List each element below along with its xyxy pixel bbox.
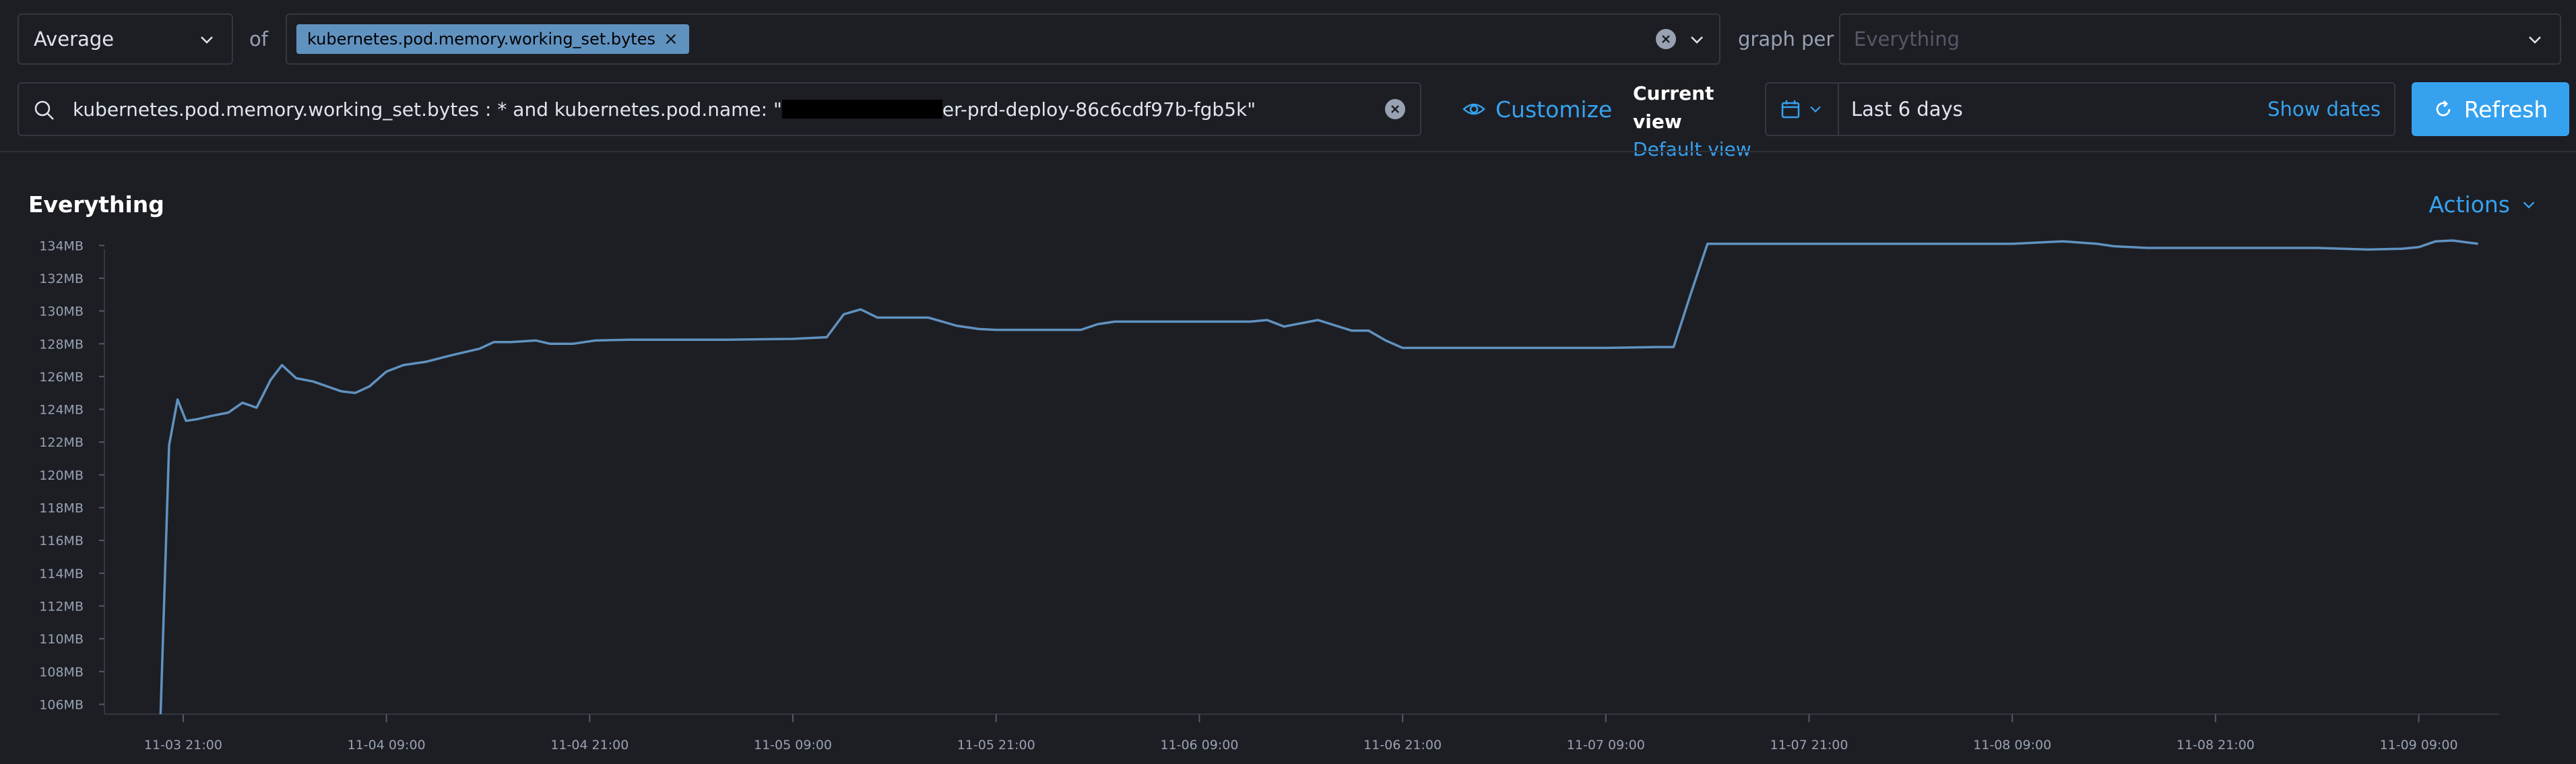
y-tick-label: 112MB bbox=[39, 599, 84, 614]
of-label: of bbox=[249, 28, 268, 51]
graph-per-placeholder: Everything bbox=[1854, 28, 1960, 51]
x-tick-label: 11-08 21:00 bbox=[2177, 738, 2255, 753]
x-tick-label: 11-07 21:00 bbox=[1770, 738, 1848, 753]
y-tick-label: 106MB bbox=[39, 697, 84, 712]
x-tick-label: 11-06 09:00 bbox=[1160, 738, 1238, 753]
refresh-label: Refresh bbox=[2464, 96, 2548, 123]
metric-combobox[interactable]: kubernetes.pod.memory.working_set.bytes … bbox=[286, 13, 1720, 65]
x-tick-label: 11-06 21:00 bbox=[1363, 738, 1442, 753]
aggregation-select[interactable]: Average bbox=[18, 13, 233, 65]
chevron-down-icon bbox=[201, 36, 213, 44]
quick-select-button[interactable] bbox=[1766, 84, 1839, 135]
customize-button[interactable]: Customize bbox=[1462, 82, 1612, 136]
y-tick-label: 116MB bbox=[39, 534, 84, 548]
actions-button[interactable]: Actions bbox=[2428, 191, 2538, 218]
x-tick-label: 11-08 09:00 bbox=[1973, 738, 2051, 753]
actions-label: Actions bbox=[2428, 191, 2510, 218]
series-line bbox=[159, 239, 2478, 715]
x-tick-label: 11-07 09:00 bbox=[1567, 738, 1645, 753]
calendar-icon bbox=[1781, 100, 1800, 119]
chevron-down-icon bbox=[2529, 36, 2541, 44]
graph-per-label: graph per bbox=[1738, 28, 1834, 51]
x-tick-label: 11-05 21:00 bbox=[957, 738, 1035, 753]
search-icon bbox=[34, 100, 54, 120]
search-query-suffix: er-prd-deploy-86c6cdf97b-fgb5k" bbox=[942, 98, 1256, 121]
remove-metric-icon[interactable]: × bbox=[664, 30, 678, 48]
redaction-block bbox=[781, 100, 942, 119]
aggregation-value: Average bbox=[34, 28, 115, 51]
y-tick-label: 122MB bbox=[39, 435, 84, 450]
y-tick-label: 134MB bbox=[39, 238, 84, 253]
memory-line-chart: 106MB 108MB 110MB 112MB 114MB 116MB 118MB 120MB… bbox=[39, 238, 2499, 753]
clear-metrics-icon[interactable] bbox=[1656, 29, 1676, 49]
divider bbox=[0, 151, 2576, 152]
y-tick-label: 110MB bbox=[39, 632, 84, 647]
date-picker: Last 6 days Show dates bbox=[1765, 82, 2395, 136]
y-tick-label: 108MB bbox=[39, 665, 84, 680]
x-tick-label: 11-04 09:00 bbox=[348, 738, 426, 753]
y-tick-label: 126MB bbox=[39, 370, 84, 385]
x-tick-label: 11-09 09:00 bbox=[2380, 738, 2458, 753]
y-tick-label: 118MB bbox=[39, 501, 84, 516]
show-dates-link[interactable]: Show dates bbox=[2267, 84, 2381, 135]
current-view-label: Current view bbox=[1633, 82, 1714, 133]
x-tick-label: 11-04 21:00 bbox=[550, 738, 629, 753]
y-tick-label: 124MB bbox=[39, 403, 84, 418]
x-tick-label: 11-05 09:00 bbox=[754, 738, 832, 753]
default-view-link[interactable]: Default view bbox=[1633, 136, 1768, 163]
y-tick-label: 132MB bbox=[39, 272, 84, 286]
eye-icon bbox=[1462, 103, 1485, 115]
chevron-down-icon[interactable] bbox=[1687, 30, 1707, 50]
search-query: kubernetes.pod.memory.working_set.bytes … bbox=[73, 84, 1256, 135]
metric-pill-label: kubernetes.pod.memory.working_set.bytes bbox=[307, 30, 655, 49]
clear-search-icon[interactable] bbox=[1385, 99, 1405, 119]
customize-label: Customize bbox=[1495, 96, 1613, 123]
search-input[interactable]: kubernetes.pod.memory.working_set.bytes … bbox=[18, 82, 1421, 136]
x-tick-label: 11-03 21:00 bbox=[144, 738, 222, 753]
date-range-label[interactable]: Last 6 days bbox=[1851, 84, 1963, 135]
search-query-prefix: kubernetes.pod.memory.working_set.bytes … bbox=[73, 98, 782, 121]
chevron-down-icon bbox=[2523, 201, 2535, 208]
metric-pill: kubernetes.pod.memory.working_set.bytes … bbox=[296, 24, 689, 54]
y-tick-label: 128MB bbox=[39, 337, 84, 352]
refresh-icon bbox=[2436, 100, 2451, 117]
y-tick-label: 120MB bbox=[39, 468, 84, 483]
chevron-down-icon bbox=[1810, 106, 1821, 113]
y-tick-label: 114MB bbox=[39, 567, 84, 581]
y-tick-label: 130MB bbox=[39, 305, 84, 319]
graph-per-select[interactable]: Everything bbox=[1839, 13, 2561, 65]
panel-title: Everything bbox=[28, 191, 164, 218]
refresh-button[interactable]: Refresh bbox=[2412, 82, 2569, 136]
